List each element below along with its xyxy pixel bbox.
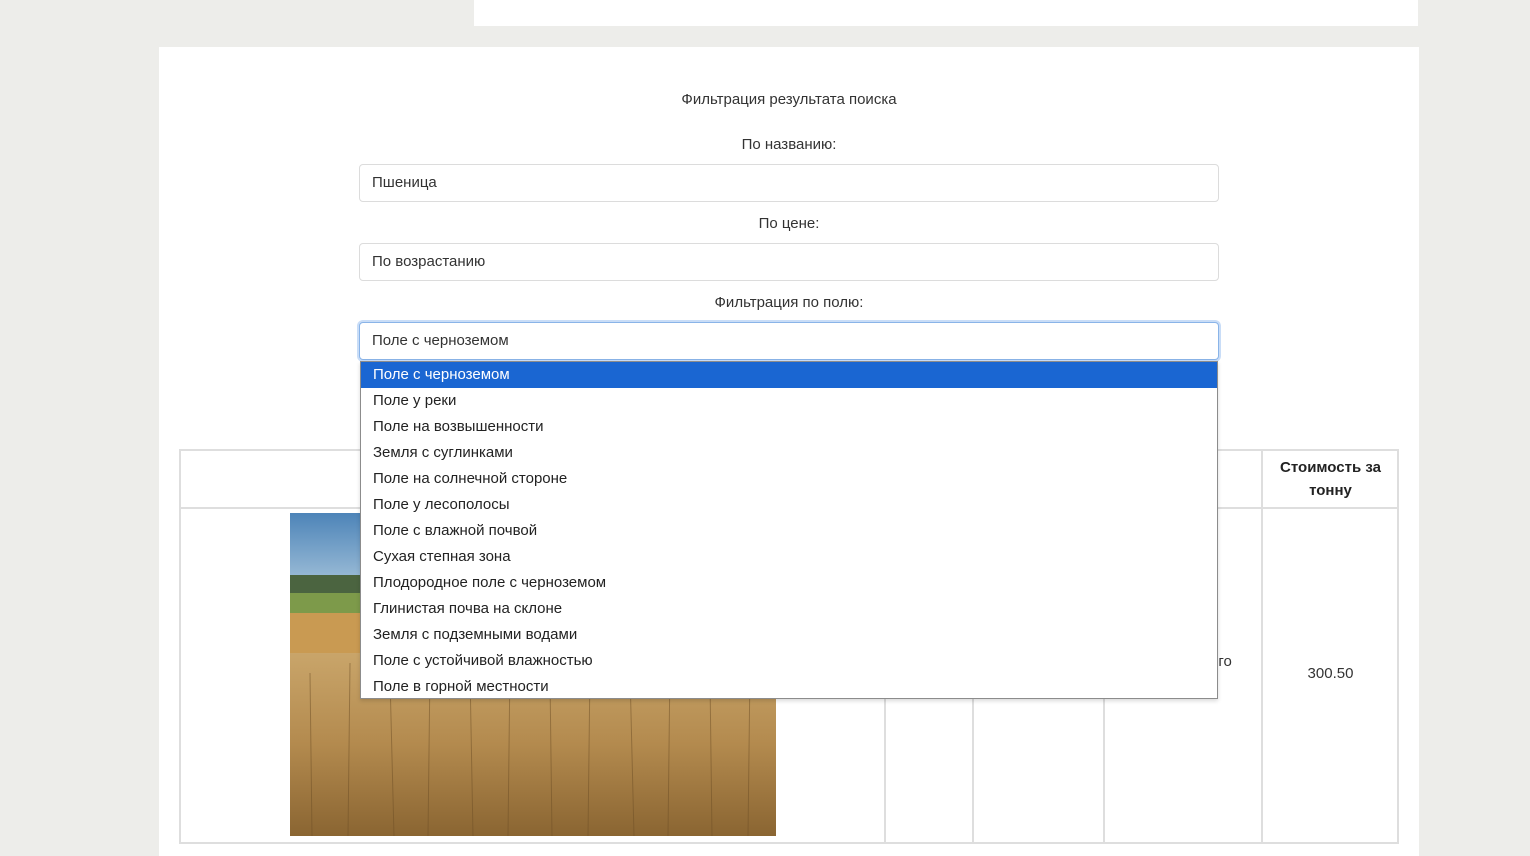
price-column-header: Стоимость за тонну	[1280, 459, 1381, 499]
dropdown-option[interactable]: Земля с суглинками	[361, 440, 1217, 466]
filter-heading: Фильтрация результата поиска	[681, 91, 897, 108]
dropdown-option[interactable]: Сухая степная зона	[361, 544, 1217, 570]
dropdown-option[interactable]: Поле у лесополосы	[361, 492, 1217, 518]
dropdown-option[interactable]: Поле на возвышенности	[361, 414, 1217, 440]
dropdown-option[interactable]: Поле на солнечной стороне	[361, 466, 1217, 492]
dropdown-option[interactable]: Поле с устойчивой влажностью	[361, 648, 1217, 674]
field-filter-dropdown-list[interactable]: Поле с черноземом Поле у реки Поле на возв…	[360, 361, 1218, 699]
dropdown-option[interactable]: Поле с черноземом	[361, 362, 1217, 388]
field-filter-label: Фильтрация по полю:	[714, 294, 864, 311]
column-divider	[1261, 451, 1263, 842]
top-panel	[474, 0, 1418, 26]
price-cell: 300.50	[1307, 665, 1354, 682]
dropdown-option[interactable]: Поле в горной местности	[361, 674, 1217, 700]
dropdown-option[interactable]: Глинистая почва на склоне	[361, 596, 1217, 622]
price-sort-select[interactable]: По возрастанию	[359, 243, 1219, 281]
dropdown-option[interactable]: Поле у реки	[361, 388, 1217, 414]
field-filter-select[interactable]: Поле с черноземом	[359, 322, 1219, 360]
name-filter-input[interactable]: Пшеница	[359, 164, 1219, 202]
dropdown-option[interactable]: Плодородное поле с черноземом	[361, 570, 1217, 596]
dropdown-option[interactable]: Земля с подземными водами	[361, 622, 1217, 648]
price-filter-label: По цене:	[758, 215, 820, 232]
dropdown-option[interactable]: Поле с влажной почвой	[361, 518, 1217, 544]
name-filter-label: По названию:	[741, 136, 837, 153]
